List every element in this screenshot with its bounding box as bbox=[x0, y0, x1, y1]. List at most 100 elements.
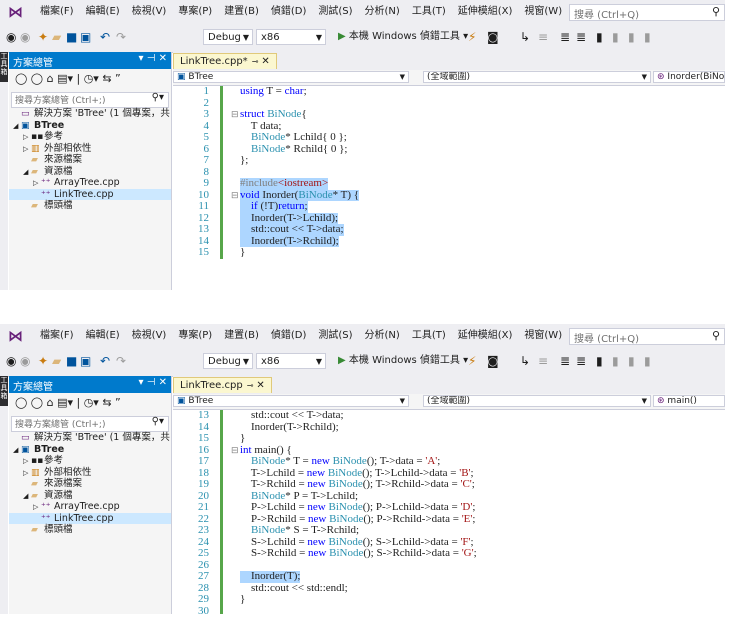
code-line[interactable]: 15} bbox=[173, 246, 725, 259]
tree-item[interactable]: ▰ 標頭檔 bbox=[9, 524, 171, 536]
code-line[interactable]: 29} bbox=[173, 593, 725, 606]
tree-item[interactable]: ◢ ▰ 資源檔 bbox=[9, 490, 171, 502]
forward-icon[interactable]: ◉ bbox=[20, 354, 30, 368]
new-project-icon[interactable]: ✦ bbox=[38, 354, 48, 368]
menu-item-10[interactable]: 視窗(W) bbox=[518, 0, 568, 24]
uncomment-icon[interactable]: ≣ bbox=[576, 30, 586, 44]
project-dropdown[interactable]: ▣ BTree ▼ bbox=[173, 395, 409, 407]
undo-icon[interactable]: ↶ bbox=[100, 354, 110, 368]
prev-bookmark-icon[interactable]: ▮ bbox=[612, 354, 619, 368]
menu-item-7[interactable]: 分析(N) bbox=[359, 324, 406, 348]
tree-item[interactable]: ▷ ▥ 外部相依性 bbox=[9, 143, 171, 155]
global-search-input[interactable]: 搜尋 (Ctrl+Q) ⚲ bbox=[569, 328, 725, 345]
pin-icon[interactable]: ⊸ bbox=[252, 57, 259, 66]
document-tab[interactable]: LinkTree.cpp* ⊸ ✕ bbox=[173, 53, 277, 69]
search-icon[interactable]: ⚲▾ bbox=[152, 92, 164, 103]
code-line[interactable]: 30 bbox=[173, 605, 725, 614]
collapse-icon[interactable]: ⊟ bbox=[231, 190, 239, 202]
run-debugger-button[interactable]: ▶ 本機 Windows 偵錯工具 ▾ bbox=[338, 354, 468, 368]
code-line[interactable]: 3 ⊟ struct BiNode{ bbox=[173, 108, 725, 121]
scope-dropdown[interactable]: (全域範圍) ▼ bbox=[423, 395, 651, 407]
forward-icon[interactable]: ◉ bbox=[20, 30, 30, 44]
tree-item[interactable]: ◢ ▣ BTree bbox=[9, 120, 171, 132]
code-line[interactable]: 1 using T = char; bbox=[173, 86, 725, 98]
tree-item[interactable]: ▷ ⁺⁺ ArrayTree.cpp bbox=[9, 501, 171, 513]
clear-bookmark-icon[interactable]: ▮ bbox=[644, 354, 651, 368]
menu-item-4[interactable]: 建置(B) bbox=[218, 0, 265, 24]
tree-item[interactable]: ▰ 來源檔案 bbox=[9, 154, 171, 166]
code-line[interactable]: 14 Inorder(T->Rchild); bbox=[173, 421, 725, 434]
menu-item-8[interactable]: 工具(T) bbox=[406, 324, 452, 348]
uncomment-icon[interactable]: ≣ bbox=[576, 354, 586, 368]
code-line[interactable]: 11 if (!T)return; bbox=[173, 200, 725, 213]
scope-dropdown[interactable]: (全域範圍) ▼ bbox=[423, 71, 651, 83]
project-dropdown[interactable]: ▣ BTree ▼ bbox=[173, 71, 409, 83]
toolbox-tab[interactable]: 工具箱 bbox=[0, 376, 8, 406]
save-all-icon[interactable]: ▣ bbox=[80, 30, 91, 44]
back-icon[interactable]: ◉ bbox=[6, 30, 16, 44]
format-icon[interactable]: ≡ bbox=[538, 30, 548, 44]
hot-reload-icon[interactable]: ⚡ bbox=[468, 354, 476, 368]
step-icon[interactable]: ↳ bbox=[520, 30, 530, 44]
menu-item-2[interactable]: 檢視(V) bbox=[126, 0, 173, 24]
member-dropdown[interactable]: ⊛ Inorder(BiNode bbox=[653, 71, 725, 83]
code-line[interactable]: 13 std::cout << T->data; bbox=[173, 410, 725, 422]
menu-item-7[interactable]: 分析(N) bbox=[359, 0, 406, 24]
solution-toolbar-icons[interactable]: ◯ ◯ ⌂ ▤▾ | ◷▾ ⇆ ” bbox=[15, 396, 121, 409]
menu-item-6[interactable]: 測試(S) bbox=[312, 324, 358, 348]
solution-search-input[interactable]: 搜尋方案總管 (Ctrl+;) ⚲▾ bbox=[11, 416, 169, 432]
code-line[interactable]: 14 Inorder(T->Rchild); bbox=[173, 235, 725, 247]
new-project-icon[interactable]: ✦ bbox=[38, 30, 48, 44]
close-icon[interactable]: ✕ bbox=[261, 56, 269, 67]
tree-item[interactable]: ▷ ⁺⁺ ArrayTree.cpp bbox=[9, 177, 171, 189]
save-icon[interactable]: ■ bbox=[66, 354, 77, 368]
menu-item-4[interactable]: 建置(B) bbox=[218, 324, 265, 348]
open-folder-icon[interactable]: ▰ bbox=[52, 30, 61, 44]
code-area[interactable]: 1 using T = char; 2 3 ⊟ struct BiNode{4 T dat… bbox=[173, 86, 725, 290]
close-icon[interactable]: ✕ bbox=[256, 380, 264, 391]
visual-studio-logo-icon[interactable]: ⋈ bbox=[8, 327, 26, 345]
tree-item[interactable]: ◢ ▣ BTree bbox=[9, 444, 171, 456]
tree-item[interactable]: ▰ 來源檔案 bbox=[9, 478, 171, 490]
save-icon[interactable]: ■ bbox=[66, 30, 77, 44]
next-bookmark-icon[interactable]: ▮ bbox=[628, 30, 635, 44]
menu-item-3[interactable]: 專案(P) bbox=[172, 324, 218, 348]
bookmark-icon[interactable]: ▮ bbox=[596, 30, 603, 44]
bookmark-icon[interactable]: ▮ bbox=[596, 354, 603, 368]
prev-bookmark-icon[interactable]: ▮ bbox=[612, 30, 619, 44]
menu-item-3[interactable]: 專案(P) bbox=[172, 0, 218, 24]
menu-item-9[interactable]: 延伸模組(X) bbox=[452, 0, 519, 24]
tree-item[interactable]: ▷ ▪▪參考 bbox=[9, 131, 171, 143]
menu-item-10[interactable]: 視窗(W) bbox=[518, 324, 568, 348]
tree-item[interactable]: ⁺⁺ LinkTree.cpp bbox=[9, 188, 171, 200]
code-line[interactable]: 23 BiNode* S = T->Rchild; bbox=[173, 524, 725, 537]
menu-item-5[interactable]: 偵錯(D) bbox=[265, 324, 313, 348]
menu-item-2[interactable]: 檢視(V) bbox=[126, 324, 173, 348]
global-search-input[interactable]: 搜尋 (Ctrl+Q) ⚲ bbox=[569, 4, 725, 21]
search-icon[interactable]: ⚲ bbox=[712, 5, 720, 18]
code-line[interactable]: 6 BiNode* Rchild{ 0 }; bbox=[173, 143, 725, 156]
visual-studio-logo-icon[interactable]: ⋈ bbox=[8, 3, 26, 21]
screenshot-icon[interactable]: ◙ bbox=[487, 30, 499, 44]
configuration-dropdown[interactable]: Debug ▼ bbox=[203, 353, 253, 369]
platform-dropdown[interactable]: x86 ▼ bbox=[256, 353, 326, 369]
menu-item-0[interactable]: 檔案(F) bbox=[34, 0, 80, 24]
menu-item-1[interactable]: 編輯(E) bbox=[80, 324, 126, 348]
solution-toolbar-icons[interactable]: ◯ ◯ ⌂ ▤▾ | ◷▾ ⇆ ” bbox=[15, 72, 121, 85]
format-icon[interactable]: ≡ bbox=[538, 354, 548, 368]
platform-dropdown[interactable]: x86 ▼ bbox=[256, 29, 326, 45]
comment-icon[interactable]: ≣ bbox=[560, 30, 570, 44]
tree-item[interactable]: ▭ 解決方案 'BTree' (1 個專案，共 bbox=[9, 432, 171, 444]
clear-bookmark-icon[interactable]: ▮ bbox=[644, 30, 651, 44]
configuration-dropdown[interactable]: Debug ▼ bbox=[203, 29, 253, 45]
comment-icon[interactable]: ≣ bbox=[560, 354, 570, 368]
code-area[interactable]: 13 std::cout << T->data; 14 Inorder(T->Rc… bbox=[173, 410, 725, 614]
tree-item[interactable]: ◢ ▰ 資源檔 bbox=[9, 166, 171, 178]
tree-item[interactable]: ▷ ▪▪參考 bbox=[9, 455, 171, 467]
code-line[interactable]: 25 S->Rchild = new BiNode(); S->Rchild->… bbox=[173, 547, 725, 560]
collapse-icon[interactable]: ⊟ bbox=[231, 109, 239, 121]
undo-icon[interactable]: ↶ bbox=[100, 30, 110, 44]
menu-item-5[interactable]: 偵錯(D) bbox=[265, 0, 313, 24]
save-all-icon[interactable]: ▣ bbox=[80, 354, 91, 368]
solution-search-input[interactable]: 搜尋方案總管 (Ctrl+;) ⚲▾ bbox=[11, 92, 169, 108]
